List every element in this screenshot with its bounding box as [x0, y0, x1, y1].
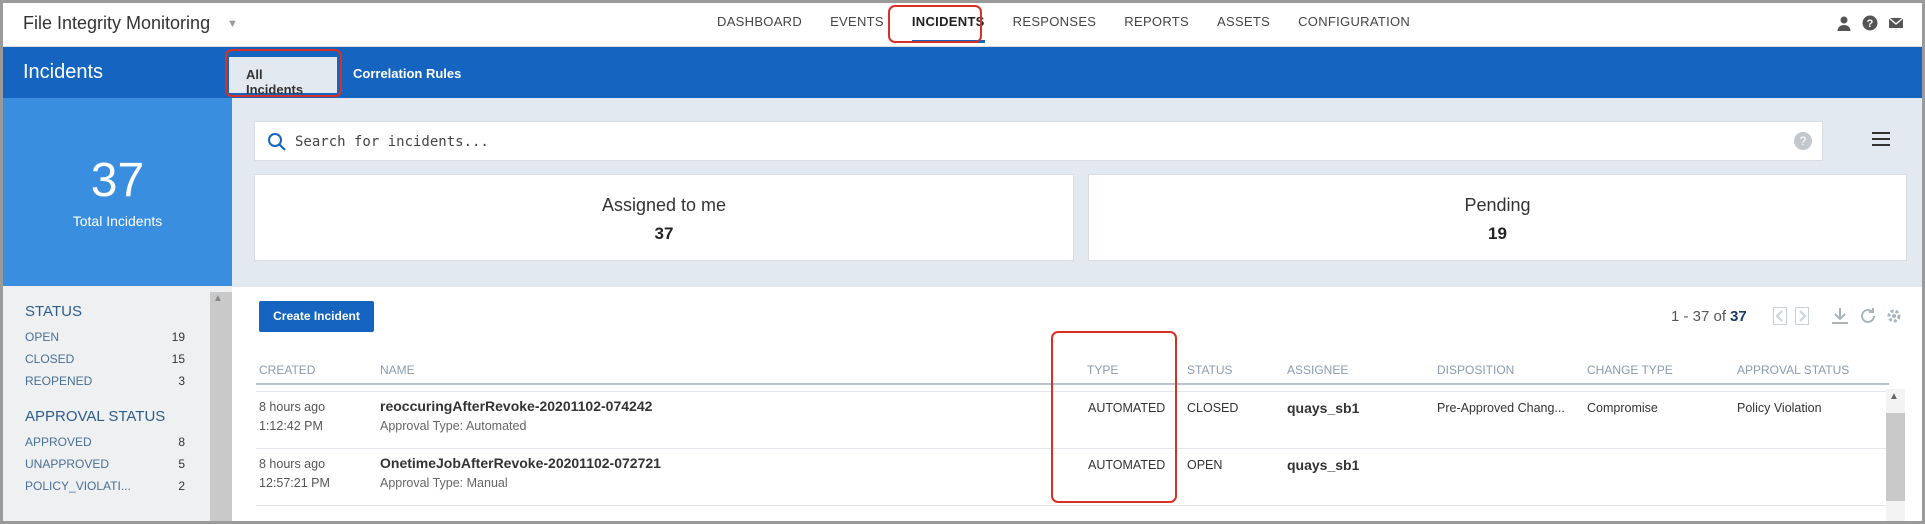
- approval-type: Approval Type: Manual: [380, 476, 508, 490]
- filter-list: STATUS OPEN 19 CLOSED 15 REOPENED 3 APPROVA…: [25, 303, 185, 513]
- nav-responses[interactable]: RESPONSES: [999, 3, 1111, 47]
- search-input[interactable]: Search for incidents...: [295, 134, 489, 150]
- filter-item-policy-violation[interactable]: POLICY_VIOLATI... 2: [25, 475, 185, 497]
- tab-correlation-rules[interactable]: Correlation Rules: [353, 66, 461, 81]
- approval-filter-title: APPROVAL STATUS: [25, 408, 166, 425]
- pending-card[interactable]: Pending 19: [1088, 174, 1907, 261]
- filter-item-reopened[interactable]: REOPENED 3: [25, 370, 185, 392]
- menu-icon[interactable]: [1872, 130, 1890, 148]
- card-title: Pending: [1464, 195, 1531, 215]
- incident-status: CLOSED: [1187, 401, 1239, 415]
- nav-assets[interactable]: ASSETS: [1203, 3, 1284, 47]
- pagination-total: 37: [1730, 308, 1747, 325]
- filter-label: CLOSED: [25, 352, 75, 366]
- scroll-up-arrow-icon[interactable]: ▲: [1889, 391, 1899, 402]
- user-icon[interactable]: [1836, 15, 1852, 31]
- incident-change-type: Compromise: [1587, 401, 1658, 415]
- filter-item-unapproved[interactable]: UNAPPROVED 5: [25, 453, 185, 475]
- settings-gear-icon[interactable]: [1885, 307, 1903, 325]
- filter-count: 19: [171, 330, 185, 344]
- status-filter-title: STATUS: [25, 303, 82, 320]
- created-time: 12:57:21 PM: [259, 476, 330, 490]
- filter-count: 5: [178, 457, 185, 471]
- section-title: Incidents: [23, 61, 104, 83]
- incident-name-link[interactable]: OnetimeJobAfterRevoke-20201102-072721: [380, 455, 661, 471]
- created-relative: 8 hours ago: [259, 457, 326, 471]
- pager-controls: [1773, 307, 1903, 325]
- filter-count: 3: [178, 374, 185, 388]
- incident-disposition: Pre-Approved Chang...: [1437, 401, 1565, 415]
- incident-name-link[interactable]: reoccuringAfterRevoke-20201102-074242: [380, 398, 652, 414]
- col-assignee[interactable]: ASSIGNEE: [1287, 363, 1348, 377]
- top-icons: ?: [1836, 15, 1904, 31]
- scroll-up-arrow-icon[interactable]: ▲: [213, 293, 223, 304]
- col-change-type[interactable]: CHANGE TYPE: [1587, 363, 1673, 377]
- all-incidents-highlight: [225, 49, 342, 97]
- app-title: File Integrity Monitoring: [23, 13, 211, 33]
- col-approval-status[interactable]: APPROVAL STATUS: [1737, 363, 1849, 377]
- search-bar[interactable]: Search for incidents... ?: [254, 121, 1823, 161]
- incident-approval-status: Policy Violation: [1737, 401, 1822, 415]
- filter-item-approved[interactable]: APPROVED 8: [25, 431, 185, 453]
- pagination-range: 1 - 37 of: [1671, 308, 1727, 325]
- incident-assignee: quays_sb1: [1287, 400, 1360, 416]
- nav-reports[interactable]: REPORTS: [1110, 3, 1203, 47]
- card-value: 37: [654, 224, 674, 243]
- pagination-info: 1 - 37 of 37: [1671, 308, 1747, 325]
- filter-label: OPEN: [25, 330, 60, 344]
- download-icon[interactable]: [1829, 307, 1851, 325]
- total-incidents-summary: 37 Total Incidents: [3, 98, 232, 286]
- prev-page-icon[interactable]: [1773, 307, 1787, 325]
- filter-label: UNAPPROVED: [25, 457, 110, 471]
- search-help-icon[interactable]: ?: [1794, 132, 1812, 150]
- nav-dashboard[interactable]: DASHBOARD: [703, 3, 816, 47]
- type-column-highlight: [1051, 331, 1177, 503]
- col-disposition[interactable]: DISPOSITION: [1437, 363, 1514, 377]
- app-window: File Integrity Monitoring ▼ DASHBOARD EV…: [0, 0, 1925, 524]
- filter-item-open[interactable]: OPEN 19: [25, 326, 185, 348]
- incidents-highlight: [888, 5, 982, 43]
- next-page-icon[interactable]: [1795, 307, 1809, 325]
- create-incident-button[interactable]: Create Incident: [259, 301, 374, 332]
- assigned-to-me-card[interactable]: Assigned to me 37: [254, 174, 1074, 261]
- main-nav: DASHBOARD EVENTS INCIDENTS RESPONSES REP…: [703, 3, 1424, 47]
- approval-type: Approval Type: Automated: [380, 419, 527, 433]
- filter-label: APPROVED: [25, 435, 92, 449]
- filter-count: 8: [178, 435, 185, 449]
- created-relative: 8 hours ago: [259, 400, 326, 414]
- card-title: Assigned to me: [601, 195, 727, 215]
- search-icon: [268, 133, 286, 151]
- sidebar-scrollbar[interactable]: [210, 292, 232, 521]
- col-created[interactable]: CREATED: [259, 363, 315, 377]
- table-scrollbar-thumb[interactable]: [1886, 413, 1905, 501]
- svg-text:?: ?: [1867, 18, 1874, 30]
- created-time: 1:12:42 PM: [259, 419, 323, 433]
- filter-label: POLICY_VIOLATI...: [25, 479, 131, 493]
- total-incidents-count: 37: [90, 154, 145, 207]
- incident-assignee: quays_sb1: [1287, 457, 1360, 473]
- filter-count: 15: [171, 352, 185, 366]
- approval-filter-section: APPROVAL STATUS APPROVED 8 UNAPPROVED 5 PO…: [25, 408, 185, 497]
- card-value: 19: [1488, 224, 1507, 243]
- filter-count: 2: [178, 479, 185, 493]
- col-name[interactable]: NAME: [380, 363, 415, 377]
- col-status[interactable]: STATUS: [1187, 363, 1233, 377]
- filter-label: REOPENED: [25, 374, 93, 388]
- help-icon[interactable]: ?: [1862, 15, 1878, 31]
- incident-status: OPEN: [1187, 458, 1223, 472]
- total-incidents-label: Total Incidents: [72, 213, 163, 229]
- status-filter-section: STATUS OPEN 19 CLOSED 15 REOPENED 3: [25, 303, 185, 392]
- nav-events[interactable]: EVENTS: [816, 3, 898, 47]
- refresh-icon[interactable]: [1859, 307, 1877, 325]
- mail-icon[interactable]: [1888, 15, 1904, 31]
- filter-item-closed[interactable]: CLOSED 15: [25, 348, 185, 370]
- app-switcher-caret-icon[interactable]: ▼: [227, 18, 238, 30]
- nav-configuration[interactable]: CONFIGURATION: [1284, 3, 1424, 47]
